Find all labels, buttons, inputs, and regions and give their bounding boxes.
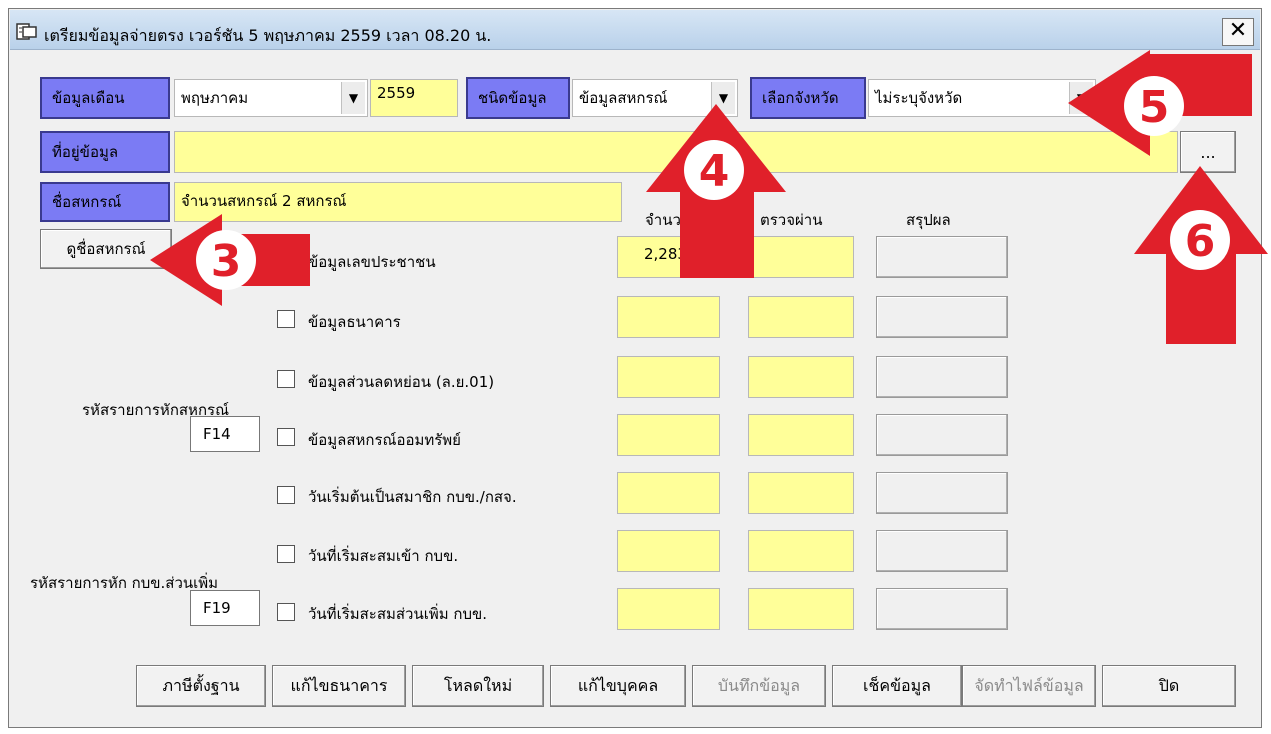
summary-result-box <box>876 472 1008 514</box>
province-select[interactable]: ไม่ระบุจังหวัด ▼ <box>868 79 1096 117</box>
year-field[interactable]: 2559 <box>370 79 458 117</box>
passed-field <box>748 588 854 630</box>
save-data-button[interactable]: บันทึกข้อมูล <box>692 665 826 707</box>
data-path-label: ที่อยู่ข้อมูล <box>40 131 170 173</box>
annotation-arrow-5: 5 <box>1068 50 1252 156</box>
coop-deduction-code-field[interactable]: F14 <box>190 416 260 452</box>
row-checkbox[interactable] <box>277 310 295 328</box>
row-checkbox[interactable] <box>277 603 295 621</box>
edit-bank-button[interactable]: แก้ไขธนาคาร <box>272 665 406 707</box>
annotation-arrow-6: 6 <box>1134 166 1268 344</box>
count-field <box>617 356 720 398</box>
count-field <box>617 414 720 456</box>
annotation-number-6: 6 <box>1185 216 1216 267</box>
summary-result-box <box>876 414 1008 456</box>
data-type-label: ชนิดข้อมูล <box>466 77 570 119</box>
summary-result-box <box>876 236 1008 278</box>
count-field <box>617 472 720 514</box>
passed-field <box>748 414 854 456</box>
province-select-value: ไม่ระบุจังหวัด <box>875 89 963 107</box>
row-label: วันที่เริ่มสะสมเข้า กบข. <box>308 547 459 565</box>
month-select[interactable]: พฤษภาคม ▼ <box>174 79 368 117</box>
month-label: ข้อมูลเดือน <box>40 77 170 119</box>
row-checkbox[interactable] <box>277 428 295 446</box>
summary-result-box <box>876 356 1008 398</box>
annotation-number-3: 3 <box>211 236 242 287</box>
count-field <box>617 296 720 338</box>
passed-field <box>748 356 854 398</box>
summary-result-box <box>876 530 1008 572</box>
row-checkbox[interactable] <box>277 486 295 504</box>
row-label: ข้อมูลสหกรณ์ออมทรัพย์ <box>308 431 461 449</box>
count-field <box>617 588 720 630</box>
edit-person-button[interactable]: แก้ไขบุคคล <box>550 665 686 707</box>
make-file-button[interactable]: จัดทำไฟล์ข้อมูล <box>962 665 1096 707</box>
chevron-down-icon[interactable]: ▼ <box>341 82 365 114</box>
annotation-arrow-3: 3 <box>150 214 310 306</box>
check-data-button[interactable]: เช็คข้อมูล <box>832 665 962 707</box>
close-window-button[interactable]: ✕ <box>1222 18 1254 46</box>
annotation-number-5: 5 <box>1139 82 1170 133</box>
window-title: เตรียมข้อมูลจ่ายตรง เวอร์ชัน 5 พฤษภาคม 2… <box>44 26 492 45</box>
app-icon <box>16 23 37 40</box>
gpf-deduction-code-field[interactable]: F19 <box>190 590 260 626</box>
summary-result-box <box>876 296 1008 338</box>
row-checkbox[interactable] <box>277 370 295 388</box>
reload-button[interactable]: โหลดใหม่ <box>412 665 544 707</box>
row-label: ข้อมูลธนาคาร <box>308 313 401 331</box>
row-label: ข้อมูลเลขประชาชน <box>308 253 436 271</box>
month-select-value: พฤษภาคม <box>181 89 249 107</box>
passed-field <box>748 472 854 514</box>
row-label: ข้อมูลส่วนลดหย่อน (ล.ย.01) <box>308 373 495 391</box>
passed-field <box>748 530 854 572</box>
count-field <box>617 530 720 572</box>
annotation-arrow-4: 4 <box>646 104 786 278</box>
summary-result-box <box>876 588 1008 630</box>
row-label: วันที่เริ่มสะสมส่วนเพิ่ม กบข. <box>308 605 488 623</box>
close-button[interactable]: ปิด <box>1102 665 1236 707</box>
summary-column-header: สรุปผล <box>906 211 951 229</box>
tax-base-button[interactable]: ภาษีตั้งฐาน <box>136 665 266 707</box>
close-icon: ✕ <box>1228 18 1248 43</box>
row-label: วันเริ่มต้นเป็นสมาชิก กบข./กสจ. <box>308 488 517 506</box>
passed-field <box>748 296 854 338</box>
row-checkbox[interactable] <box>277 545 295 563</box>
annotation-number-4: 4 <box>699 146 730 197</box>
